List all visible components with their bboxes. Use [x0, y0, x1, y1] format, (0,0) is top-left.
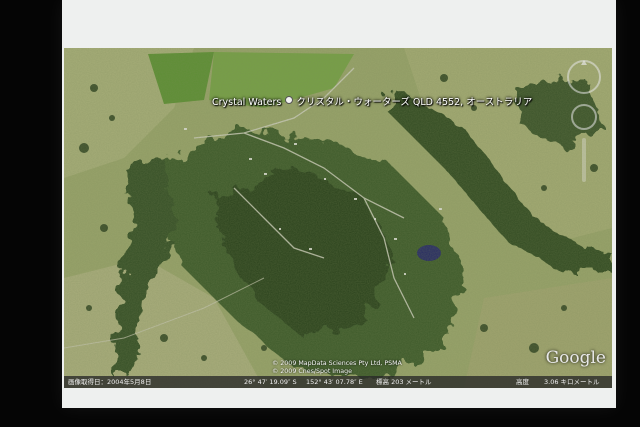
longitude-readout: 152° 43′ 07.78″ E — [306, 378, 363, 386]
google-logo: Google — [545, 348, 606, 368]
eye-altitude-label: 高度 — [516, 378, 529, 386]
satellite-map[interactable]: Crystal Waters クリスタル・ウォーターズ QLD 4552, オース… — [64, 48, 612, 388]
copyright-line-2: © 2009 Cnes/Spot Image — [272, 367, 353, 375]
elevation-readout: 標高 203 メートル — [376, 378, 432, 386]
status-bar: 画像取得日：2004年5月8日 26° 47′ 19.09″ S 152° 43… — [64, 376, 612, 388]
copyright-notice: © 2009 MapData Sciences Pty Ltd, PSMA © … — [272, 360, 402, 375]
place-name: Crystal Waters — [212, 97, 282, 108]
place-label[interactable]: Crystal Waters クリスタル・ウォーターズ QLD 4552, オース… — [212, 94, 532, 108]
copyright-line-1: © 2009 MapData Sciences Pty Ltd, PSMA — [272, 360, 402, 367]
look-ring-icon[interactable] — [571, 104, 597, 130]
latitude-readout: 26° 47′ 19.09″ S — [244, 378, 297, 386]
eye-altitude-value: 3.06 キロメートル — [544, 378, 600, 386]
placemark-dot-icon — [285, 96, 294, 104]
zoom-slider-icon[interactable] — [582, 138, 586, 182]
place-name-japanese: クリスタル・ウォーターズ QLD 4552, オーストラリア — [296, 97, 533, 108]
compass-ring-icon[interactable] — [567, 60, 601, 94]
imagery-date: 画像取得日：2004年5月8日 — [68, 378, 152, 386]
navigation-controls[interactable] — [564, 60, 604, 182]
